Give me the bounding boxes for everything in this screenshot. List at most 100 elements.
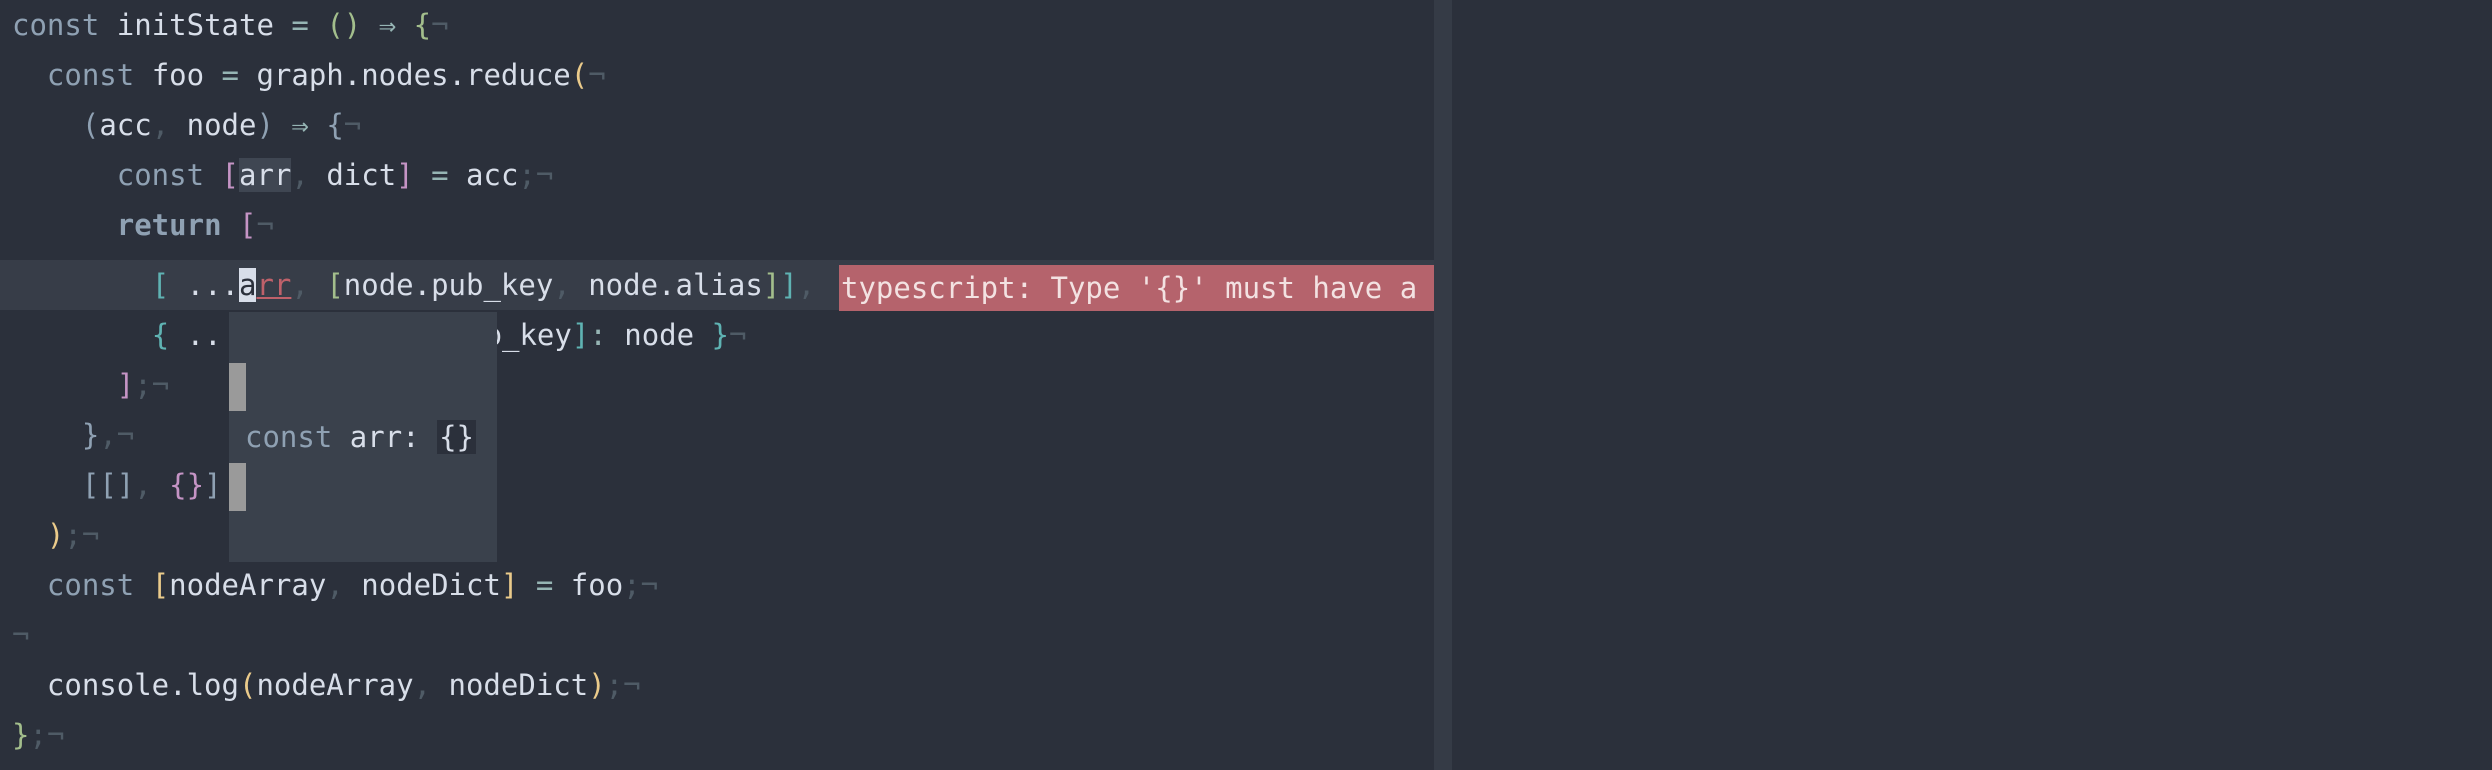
code-line[interactable]: (acc, node) ⇒ {¬ [0,100,1434,150]
semicolon: ; [134,368,152,402]
bracket: [ [326,268,344,302]
code-line[interactable]: const initState = () ⇒ {¬ [0,0,1434,50]
code-line[interactable]: ];¬ [0,360,1434,410]
code-line[interactable]: return [¬ [0,200,1434,250]
comma: , [134,468,170,502]
bracket: ] [762,268,781,302]
brace: } [694,318,730,352]
semicolon: ; [29,718,47,752]
code-line[interactable]: { .. b_key]: node }¬ [0,310,1434,360]
operator: = [204,58,257,92]
type-signature: const arr: {} [245,412,476,462]
eol-marker: ¬ [588,58,606,92]
code-line[interactable]: };¬ [0,710,1434,760]
editor-pane[interactable]: const initState = () ⇒ {¬ const foo = gr… [0,0,2461,770]
brace: } [81,418,100,452]
empty-object: {} [169,468,205,502]
bracket: [ [221,158,240,192]
code-line[interactable]: },¬ [0,410,1434,460]
eol-marker: ¬ [256,208,274,242]
keyword: const [46,568,135,602]
identifier: nodeDict [448,668,589,702]
eol-marker: ¬ [116,418,135,452]
pane-splitter[interactable] [1434,0,1452,770]
semicolon: ; [605,668,624,702]
code-line[interactable]: const [arr, dict] = acc;¬ [0,150,1434,200]
bracket: [ [81,468,100,502]
comma: , [553,268,589,302]
operator: = [518,568,571,602]
code-line[interactable]: console.log(nodeArray, nodeDict);¬ [0,660,1434,710]
eol-marker: ¬ [46,718,65,752]
brace: } [12,718,30,752]
comma: , [99,418,117,452]
paren: ) [588,668,606,702]
identifier: nodeDict [361,568,501,602]
method-call: graph.nodes.reduce [256,58,571,92]
signature-keyword: const [245,420,333,454]
error-underlined-identifier: rr [256,268,292,302]
identifier: b_key [484,318,572,352]
semicolon: ; [64,518,82,552]
comma: , [797,268,833,302]
eol-marker: ¬ [623,668,641,702]
paren: () [326,8,362,42]
bracket: ] [204,468,222,502]
popup-scroll-marker [229,463,246,511]
signature-name: arr: [332,420,438,454]
bracket: [ [239,208,257,242]
method-call: console.log [46,668,239,702]
spread: .. [169,318,222,352]
colon: : [589,318,625,352]
param: acc [99,108,152,142]
empty-array: [] [99,468,135,502]
comma: , [413,668,449,702]
bracket: [ [151,268,170,302]
comma: , [151,108,187,142]
code-line-empty[interactable]: ¬ [0,610,1434,660]
identifier: nodeArray [169,568,327,602]
identifier: nodeArray [256,668,414,702]
signature-type: {} [437,420,476,454]
secondary-pane[interactable] [1452,0,2492,770]
keyword: return [116,208,222,242]
paren: ( [570,58,589,92]
brace: { [413,8,432,42]
paren: ) [46,518,65,552]
comma: , [291,158,327,192]
eol-marker: ¬ [151,368,170,402]
code-line[interactable]: );¬ [0,510,1434,560]
bracket: [ [151,568,170,602]
param: node [186,108,257,142]
identifier: foo [134,58,205,92]
identifier: foo [570,568,624,602]
code-line[interactable]: const foo = graph.nodes.reduce(¬ [0,50,1434,100]
keyword: const [46,58,135,92]
text-cursor[interactable]: a [239,268,257,302]
identifier: initState [99,8,274,42]
bracket: ] [571,318,590,352]
eol-marker: ¬ [12,618,30,652]
identifier: acc [466,158,519,192]
code-line[interactable]: const [nodeArray, nodeDict] = foo;¬ [0,560,1434,610]
paren: ( [81,108,100,142]
popup-scroll-marker [229,363,246,411]
semicolon: ; [623,568,641,602]
eol-marker: ¬ [81,518,100,552]
member-access: node.alias [588,268,763,302]
code-line[interactable]: [[], {}] [0,460,1434,510]
eol-marker: ¬ [431,8,449,42]
brace: { [326,108,344,142]
